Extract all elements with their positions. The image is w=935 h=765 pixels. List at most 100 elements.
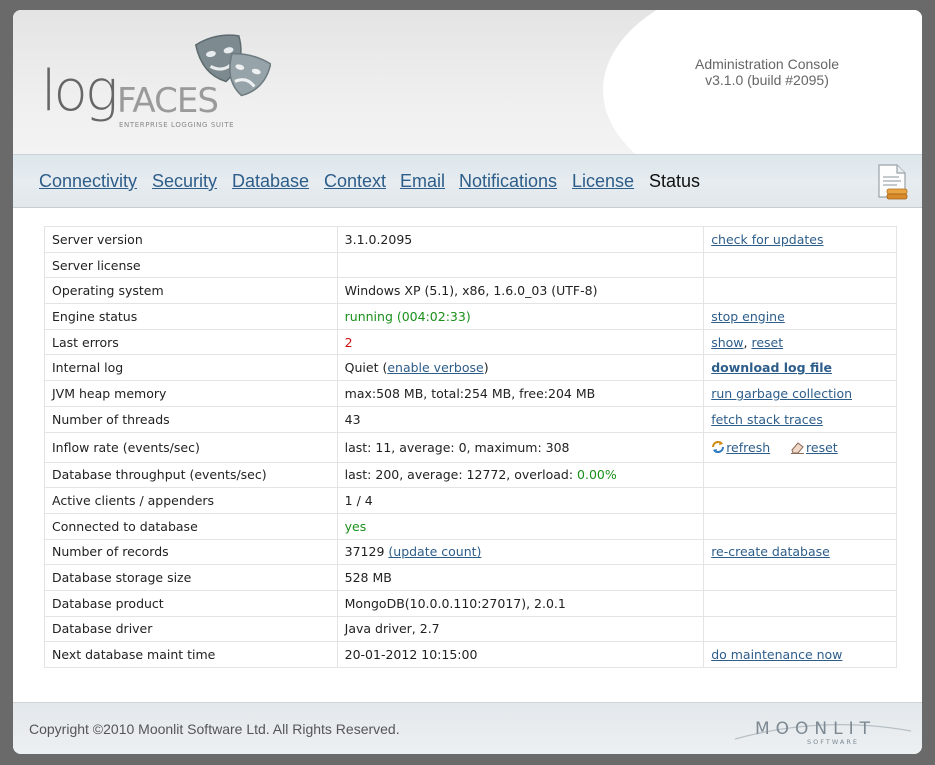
row-value: 37129 (update count) — [336, 538, 705, 566]
row-value: running (004:02:33) — [336, 303, 705, 330]
reset-inflow-link[interactable]: reset — [806, 440, 838, 455]
row-action-cell — [703, 277, 897, 305]
row-action-cell — [703, 589, 897, 617]
nav-bar: Connectivity Security Database Context E… — [13, 154, 922, 208]
row-action-cell: fetch stack traces — [703, 405, 897, 433]
run-gc-link[interactable]: run garbage collection — [711, 386, 852, 401]
row-value — [336, 251, 705, 279]
table-row: Internal log Quiet (enable verbose) down… — [44, 354, 897, 382]
copyright-text: Copyright ©2010 Moonlit Software Ltd. Al… — [29, 721, 400, 737]
row-label: Database throughput (events/sec) — [44, 461, 338, 489]
row-value: max:508 MB, total:254 MB, free:204 MB — [336, 380, 705, 407]
row-label: Last errors — [44, 328, 338, 356]
row-value: 43 — [336, 405, 705, 433]
engine-status-value: running (004:02:33) — [344, 308, 471, 324]
nav-license[interactable]: License — [572, 171, 634, 192]
row-label: Inflow rate (events/sec) — [44, 431, 338, 463]
row-action-cell — [703, 487, 897, 514]
refresh-icon[interactable] — [711, 440, 725, 454]
row-value: 2 — [336, 328, 705, 356]
row-label: Database storage size — [44, 564, 338, 591]
row-label: Database driver — [44, 615, 338, 643]
header: log FACES ENTERPRISE LOGGING SUITE Admin… — [13, 10, 922, 210]
row-action-cell: do maintenance now — [703, 641, 897, 668]
console-info: Administration Console v3.1.0 (build #20… — [663, 56, 871, 88]
table-row: Number of threads 43 fetch stack traces — [44, 405, 897, 433]
show-errors-link[interactable]: show — [711, 335, 743, 350]
nav-status: Status — [649, 171, 701, 191]
table-row: Server version 3.1.0.2095 check for upda… — [44, 226, 897, 253]
table-row: Database throughput (events/sec) last: 2… — [44, 461, 897, 489]
row-action-cell: show, reset — [703, 328, 897, 356]
row-value: 528 MB — [336, 564, 705, 591]
logfaces-logo: log FACES ENTERPRISE LOGGING SUITE — [41, 30, 281, 140]
recreate-database-link[interactable]: re-create database — [711, 544, 830, 559]
row-label: Number of records — [44, 538, 338, 566]
throughput-prefix: last: 200, average: 12772, overload: — [344, 467, 578, 483]
internal-log-prefix: Quiet ( — [344, 360, 388, 376]
moonlit-logo: MOONLIT SOFTWARE — [734, 719, 912, 746]
do-maintenance-link[interactable]: do maintenance now — [711, 647, 842, 662]
table-row: Database product MongoDB(10.0.0.110:2701… — [44, 589, 897, 617]
nav-email[interactable]: Email — [400, 171, 445, 192]
row-action-cell — [703, 251, 897, 279]
fetch-stack-traces-link[interactable]: fetch stack traces — [711, 412, 823, 427]
row-action-cell: refresh reset — [703, 431, 897, 463]
row-action-cell — [703, 615, 897, 643]
nav-database[interactable]: Database — [232, 171, 309, 192]
table-row: Last errors 2 show, reset — [44, 328, 897, 356]
reset-errors-link[interactable]: reset — [751, 335, 783, 350]
nav-security[interactable]: Security — [152, 171, 217, 192]
table-row: Operating system Windows XP (5.1), x86, … — [44, 277, 897, 305]
row-action-cell — [703, 461, 897, 489]
row-label: Engine status — [44, 303, 338, 330]
check-updates-link[interactable]: check for updates — [711, 232, 823, 247]
row-value: 20-01-2012 10:15:00 — [336, 641, 705, 668]
row-label: Active clients / appenders — [44, 487, 338, 514]
row-value: last: 200, average: 12772, overload: 0.0… — [336, 461, 705, 489]
console-window: log FACES ENTERPRISE LOGGING SUITE Admin… — [13, 10, 922, 754]
table-row: Server license — [44, 251, 897, 279]
row-label: Number of threads — [44, 405, 338, 433]
row-action-cell — [703, 564, 897, 591]
row-label: Internal log — [44, 354, 338, 382]
row-value: MongoDB(10.0.0.110:27017), 2.0.1 — [336, 589, 705, 617]
row-value: 1 / 4 — [336, 487, 705, 514]
status-table: Server version 3.1.0.2095 check for upda… — [44, 226, 897, 668]
table-row: Inflow rate (events/sec) last: 11, avera… — [44, 431, 897, 463]
nav-connectivity[interactable]: Connectivity — [39, 171, 137, 192]
console-title: Administration Console — [695, 56, 839, 72]
records-value: 37129 — [344, 544, 385, 560]
refresh-link[interactable]: refresh — [726, 440, 770, 455]
table-row: Database driver Java driver, 2.7 — [44, 615, 897, 643]
report-icon[interactable] — [875, 163, 909, 201]
enable-verbose-link[interactable]: enable verbose — [387, 360, 483, 375]
company-sub: SOFTWARE — [807, 738, 859, 746]
row-action-cell: re-create database — [703, 538, 897, 566]
table-row: JVM heap memory max:508 MB, total:254 MB… — [44, 380, 897, 407]
row-value: last: 11, average: 0, maximum: 308 — [336, 431, 705, 463]
download-log-link[interactable]: download log file — [711, 360, 832, 375]
row-value: yes — [336, 512, 705, 540]
company-name: MOONLIT — [755, 719, 876, 739]
connected-value: yes — [344, 518, 367, 534]
nav-context[interactable]: Context — [324, 171, 386, 192]
table-row: Next database maint time 20-01-2012 10:1… — [44, 641, 897, 668]
row-value: Windows XP (5.1), x86, 1.6.0_03 (UTF-8) — [336, 277, 705, 305]
table-row: Database storage size 528 MB — [44, 564, 897, 591]
row-action-cell: download log file — [703, 354, 897, 382]
update-count-link[interactable]: (update count) — [388, 544, 481, 559]
row-value: Quiet (enable verbose) — [336, 354, 705, 382]
last-errors-value: 2 — [344, 334, 353, 350]
eraser-icon[interactable] — [790, 441, 805, 454]
row-value: Java driver, 2.7 — [336, 615, 705, 643]
row-action-cell: run garbage collection — [703, 380, 897, 407]
table-row: Active clients / appenders 1 / 4 — [44, 487, 897, 514]
row-action-cell: check for updates — [703, 226, 897, 253]
logo-text-faces: FACES — [117, 81, 219, 121]
nav-notifications[interactable]: Notifications — [459, 171, 557, 192]
row-label: JVM heap memory — [44, 380, 338, 407]
console-version: v3.1.0 (build #2095) — [705, 72, 829, 88]
row-action-cell: stop engine — [703, 303, 897, 330]
stop-engine-link[interactable]: stop engine — [711, 309, 785, 324]
